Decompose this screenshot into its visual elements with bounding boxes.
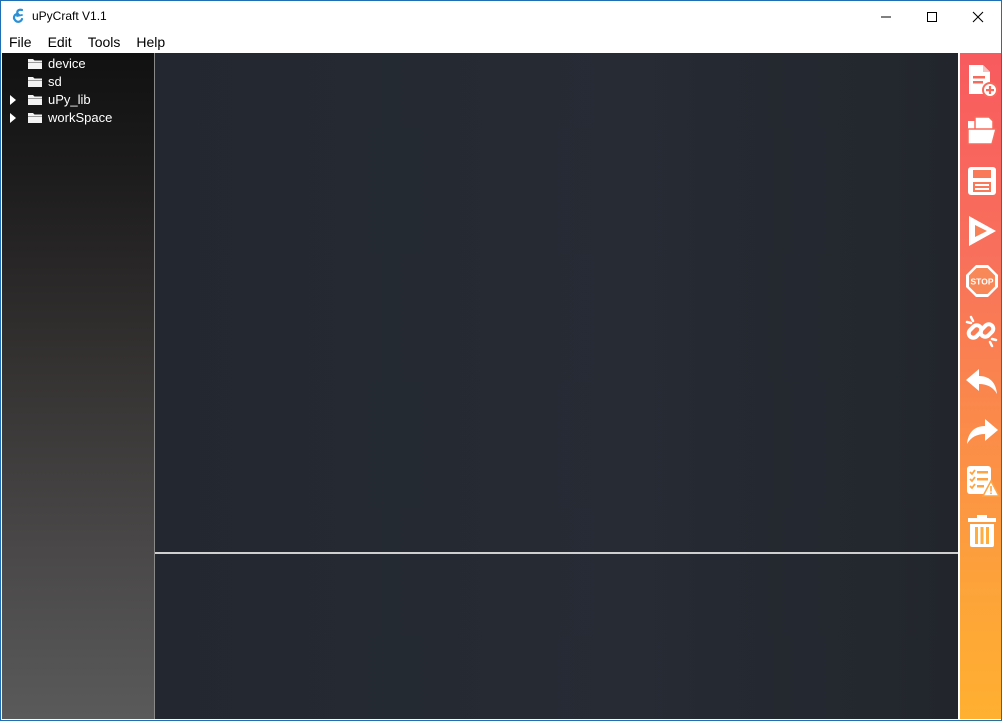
undo-icon	[966, 369, 997, 394]
app-logo-icon	[11, 8, 27, 24]
tree-item-label: uPy_lib	[48, 92, 91, 107]
open-file-icon	[967, 116, 997, 145]
title-bar[interactable]: uPyCraft V1.1	[1, 1, 1001, 32]
stop-button[interactable]: STOP	[962, 259, 1001, 303]
undo-button[interactable]	[962, 359, 1001, 403]
tree-item-label: device	[48, 56, 86, 71]
close-button[interactable]	[955, 1, 1001, 32]
save-button[interactable]	[962, 159, 1001, 203]
run-icon	[969, 216, 996, 246]
disconnect-icon	[965, 315, 998, 348]
menu-edit[interactable]: Edit	[40, 32, 80, 53]
file-tree-sidebar: device sd uPy_lib workSpace	[2, 53, 155, 719]
terminal-console[interactable]	[155, 554, 958, 719]
folder-icon	[27, 111, 43, 129]
tree-item-device[interactable]: device	[2, 55, 154, 73]
minimize-button[interactable]	[863, 1, 909, 32]
expand-arrow-icon[interactable]	[10, 95, 16, 105]
window-title: uPyCraft V1.1	[32, 9, 107, 23]
run-button[interactable]	[962, 209, 1001, 253]
new-file-icon	[969, 65, 998, 98]
tree-item-workspace[interactable]: workSpace	[2, 109, 154, 127]
redo-button[interactable]	[962, 409, 1001, 453]
expand-arrow-icon[interactable]	[10, 113, 16, 123]
tree-item-label: workSpace	[48, 110, 113, 125]
side-toolbar: STOP	[958, 53, 1001, 719]
menu-help[interactable]: Help	[128, 32, 173, 53]
menu-bar: File Edit Tools Help	[1, 32, 1001, 53]
clear-icon	[968, 515, 996, 547]
open-file-button[interactable]	[962, 109, 1001, 153]
maximize-icon	[927, 11, 937, 22]
syntax-check-icon	[967, 466, 1000, 497]
new-file-button[interactable]	[962, 59, 1001, 103]
maximize-button[interactable]	[909, 1, 955, 32]
close-icon	[972, 11, 984, 22]
tree-item-upy-lib[interactable]: uPy_lib	[2, 91, 154, 109]
minimize-icon	[881, 16, 891, 17]
redo-icon	[967, 419, 998, 444]
stop-icon: STOP	[966, 265, 998, 297]
save-icon	[968, 167, 996, 195]
syntax-check-button[interactable]	[962, 459, 1001, 503]
tree-item-label: sd	[48, 74, 62, 89]
clear-button[interactable]	[962, 509, 1001, 553]
app-window: uPyCraft V1.1 File Edit Tools Help devic…	[0, 0, 1002, 721]
menu-tools[interactable]: Tools	[80, 32, 129, 53]
code-editor-area[interactable]	[155, 53, 958, 552]
disconnect-button[interactable]	[962, 309, 1001, 353]
menu-file[interactable]: File	[1, 32, 40, 53]
stop-label: STOP	[971, 277, 994, 287]
tree-item-sd[interactable]: sd	[2, 73, 154, 91]
